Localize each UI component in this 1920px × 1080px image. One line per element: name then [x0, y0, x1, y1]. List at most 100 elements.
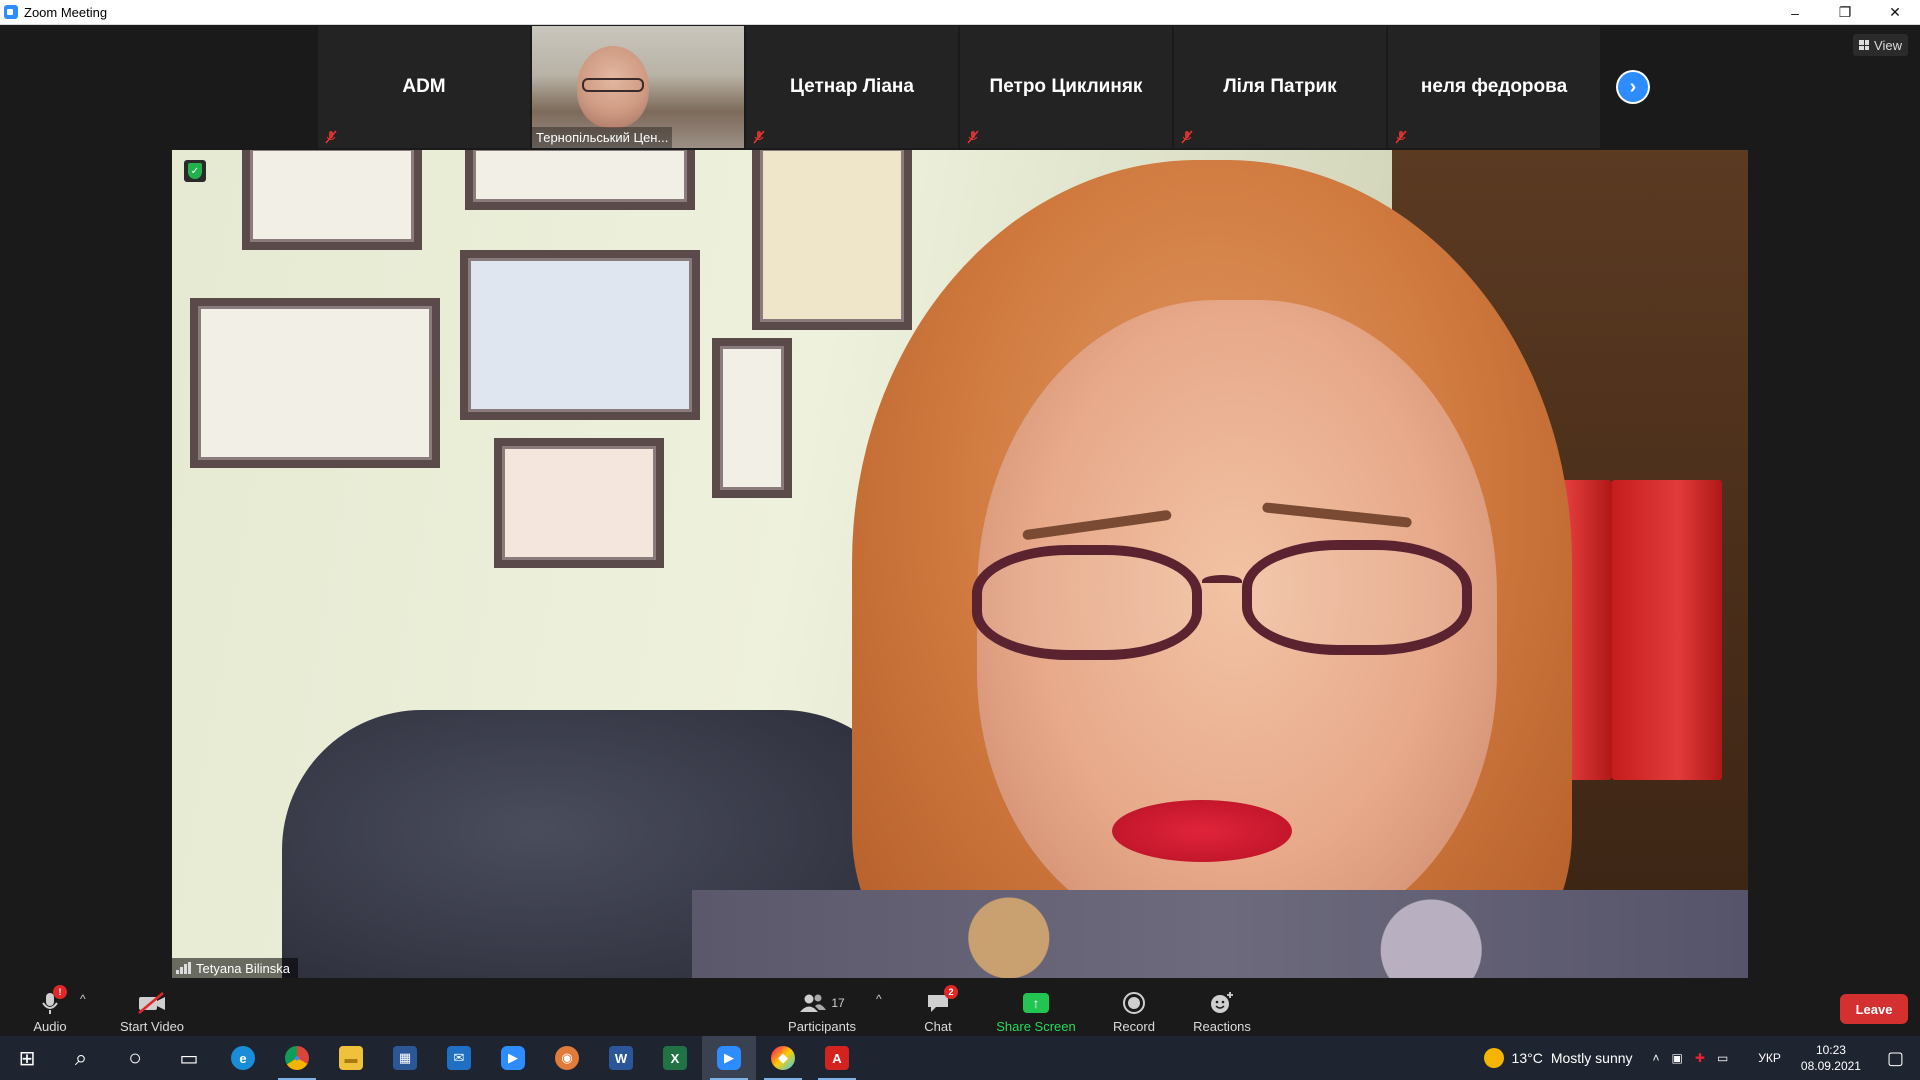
- smiley-plus-icon: [1209, 989, 1235, 1017]
- chat-button[interactable]: 2 Chat: [918, 982, 958, 1034]
- zoom-meeting-icon: ▶: [717, 1046, 741, 1070]
- wall-certificate: [242, 150, 422, 250]
- microphone-icon: !: [41, 985, 67, 1017]
- security-icon[interactable]: ✚: [1695, 1051, 1705, 1065]
- weather-temperature[interactable]: 13°C: [1512, 1050, 1543, 1066]
- muted-mic-icon: [325, 130, 337, 144]
- cortana-button[interactable]: ○: [108, 1036, 162, 1080]
- participant-name: Ліля Патрик: [1223, 76, 1337, 97]
- taskbar-app-browser[interactable]: ◉: [540, 1036, 594, 1080]
- taskbar-app-acrobat[interactable]: A: [810, 1036, 864, 1080]
- participant-tile[interactable]: Ліля Патрик: [1174, 26, 1386, 148]
- taskbar-search-button[interactable]: ⌕: [54, 1036, 108, 1080]
- taskbar-app-chrome[interactable]: ●: [270, 1036, 324, 1080]
- chat-icon: 2: [926, 985, 958, 1017]
- participant-tile[interactable]: Цетнар Ліана: [746, 26, 958, 148]
- speaker-name-label: Tetyana Bilinska: [172, 958, 298, 978]
- language-indicator[interactable]: УКР: [1758, 1051, 1781, 1065]
- task-view-icon: ▭: [179, 1047, 199, 1070]
- start-button[interactable]: ⊞: [0, 1036, 54, 1080]
- record-button[interactable]: Record: [1106, 982, 1162, 1034]
- start-video-button[interactable]: Start Video: [114, 982, 190, 1034]
- taskbar-app-excel[interactable]: X: [648, 1036, 702, 1080]
- start-video-label: Start Video: [119, 1019, 185, 1034]
- reactions-label: Reactions: [1193, 1019, 1251, 1034]
- wall-certificate: [752, 150, 912, 330]
- share-screen-icon: ↑: [1023, 989, 1049, 1017]
- taskbar-app-paint[interactable]: ◆: [756, 1036, 810, 1080]
- participant-tile[interactable]: ADM: [318, 26, 530, 148]
- audio-label: Audio: [33, 1019, 67, 1034]
- browser-icon: ◉: [555, 1046, 579, 1070]
- share-screen-button[interactable]: ↑ Share Screen: [994, 982, 1078, 1034]
- next-page-button[interactable]: ›: [1616, 70, 1650, 104]
- view-button[interactable]: View: [1853, 34, 1908, 56]
- record-icon: [1122, 989, 1146, 1017]
- participant-name: ADM: [402, 76, 446, 97]
- reactions-button[interactable]: Reactions: [1190, 982, 1254, 1034]
- task-view-button[interactable]: ▭: [162, 1036, 216, 1080]
- weather-description[interactable]: Mostly sunny: [1551, 1050, 1633, 1066]
- taskbar-app-zoom-active[interactable]: ▶: [702, 1036, 756, 1080]
- muted-mic-icon: [753, 130, 765, 144]
- chevron-right-icon: ›: [1618, 72, 1648, 102]
- participants-label: Participants: [788, 1019, 856, 1034]
- grid-icon: [1859, 40, 1870, 50]
- video-off-icon: [137, 989, 167, 1017]
- close-button[interactable]: ✕: [1870, 0, 1920, 25]
- clock-time: 10:23: [1815, 1043, 1846, 1057]
- clock[interactable]: 10:23 08.09.2021: [1801, 1042, 1861, 1074]
- active-speaker-video[interactable]: ✓ Tetyana Bilinska: [172, 150, 1748, 978]
- wall-certificate: [465, 150, 695, 210]
- share-arrow-icon: ↑: [1023, 993, 1049, 1013]
- taskbar-app-store[interactable]: ▦: [378, 1036, 432, 1080]
- zoom-icon: ▶: [501, 1046, 525, 1070]
- participant-tile-video[interactable]: Тернопільський Цен...: [532, 26, 744, 148]
- taskbar-app-mail[interactable]: ✉: [432, 1036, 486, 1080]
- participant-name: Тернопільський Цен...: [532, 127, 673, 148]
- taskbar-app-word[interactable]: W: [594, 1036, 648, 1080]
- minimize-button[interactable]: –: [1770, 0, 1820, 25]
- word-icon: W: [609, 1046, 633, 1070]
- wall-certificate: [494, 438, 664, 568]
- folder-icon: ▬: [339, 1046, 363, 1070]
- weather-sun-icon[interactable]: [1483, 1048, 1504, 1068]
- red-binder: [1612, 480, 1722, 780]
- tray-overflow-chevron-icon[interactable]: ˄: [1653, 1051, 1660, 1065]
- audio-options-caret[interactable]: ^: [80, 992, 86, 1006]
- participants-options-caret[interactable]: ^: [876, 992, 882, 1006]
- speaker-glasses-lens: [972, 545, 1202, 660]
- taskbar-app-zoom[interactable]: ▶: [486, 1036, 540, 1080]
- taskbar-app-file-explorer[interactable]: ▬: [324, 1036, 378, 1080]
- windows-taskbar: ⊞ ⌕ ○ ▭ e ● ▬ ▦ ✉ ▶ ◉ W X ▶ ◆ A 13°C Mos…: [0, 1036, 1920, 1080]
- speaker-name: Tetyana Bilinska: [196, 960, 290, 976]
- participant-tile[interactable]: Петро Циклиняк: [960, 26, 1172, 148]
- taskbar-app-edge[interactable]: e: [216, 1036, 270, 1080]
- chrome-icon: ●: [285, 1046, 309, 1070]
- speaker-glasses-bridge: [1202, 575, 1242, 587]
- participants-button[interactable]: 17 Participants: [784, 982, 860, 1034]
- share-screen-label: Share Screen: [996, 1019, 1076, 1034]
- leave-button[interactable]: Leave: [1840, 994, 1908, 1024]
- audio-warning-badge: !: [53, 985, 67, 999]
- audio-button[interactable]: ! Audio: [30, 982, 70, 1034]
- encryption-shield-icon[interactable]: ✓: [184, 160, 206, 182]
- restore-button[interactable]: ❐: [1820, 0, 1870, 25]
- participant-name: Цетнар Ліана: [790, 76, 914, 97]
- meet-now-icon[interactable]: ▣: [1672, 1051, 1683, 1065]
- participant-tile[interactable]: неля федорова: [1388, 26, 1600, 148]
- meeting-controls: ! Audio ^ Start Video 17 Participants ^ …: [0, 980, 1920, 1036]
- window-title: Zoom Meeting: [24, 4, 108, 20]
- search-icon: ⌕: [74, 1045, 88, 1070]
- network-icon[interactable]: ▭: [1717, 1051, 1728, 1065]
- notifications-icon[interactable]: ▢: [1887, 1048, 1904, 1069]
- system-tray: 13°C Mostly sunny ˄ ▣ ✚ ▭ УКР 10:23 08.0…: [1483, 1036, 1920, 1080]
- acrobat-icon: A: [825, 1046, 849, 1070]
- participant-strip: ADM Тернопільський Цен... Цетнар Ліана П…: [318, 26, 1602, 148]
- participant-video-glasses: [582, 78, 644, 92]
- meeting-area: ADM Тернопільський Цен... Цетнар Ліана П…: [0, 26, 1920, 980]
- signal-strength-icon: [176, 962, 191, 974]
- shield-check-icon: ✓: [188, 163, 202, 179]
- clock-date: 08.09.2021: [1800, 1059, 1861, 1073]
- muted-mic-icon: [1181, 130, 1193, 144]
